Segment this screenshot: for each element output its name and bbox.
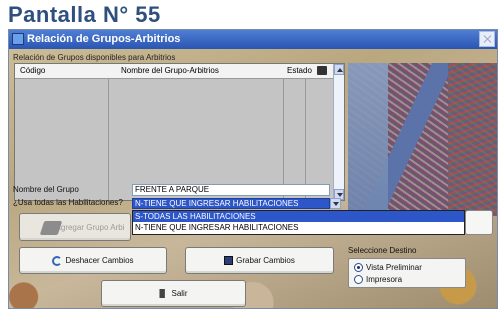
page-heading: Pantalla N° 55 [8, 2, 161, 27]
grid-divider [305, 78, 306, 200]
use-all-select[interactable]: N-TIENE QUE INGRESAR HABILITACIONES [132, 198, 330, 209]
grid-scrollbar[interactable] [333, 64, 344, 200]
grid-divider [108, 78, 109, 200]
destination-group: Seleccione Destino Vista Preliminar Impr… [348, 246, 466, 291]
add-group-button[interactable]: Agregar Grupo Arbi [19, 213, 131, 241]
exit-icon [159, 289, 165, 298]
destination-box: Vista Preliminar Impresora [348, 258, 466, 288]
exit-label: Salir [171, 289, 188, 298]
close-icon[interactable] [479, 31, 495, 47]
title-bar: Relación de Grupos-Arbitrios [9, 30, 497, 49]
use-all-label: ¿Usa todas las Habilitaciones? [13, 198, 123, 207]
group-name-input[interactable]: FRENTE A PARQUE [132, 184, 330, 196]
save-label: Grabar Cambios [236, 256, 295, 265]
printer-icon[interactable] [317, 66, 327, 75]
dropdown-option[interactable]: N-TIENE QUE INGRESAR HABILITACIONES [133, 222, 464, 233]
window-icon [12, 33, 24, 45]
save-button[interactable]: Grabar Cambios [185, 247, 334, 274]
group-name-label: Nombre del Grupo [13, 185, 79, 194]
radio-printer-label[interactable]: Impresora [366, 275, 402, 284]
side-button[interactable] [465, 210, 493, 235]
grid-divider [283, 78, 284, 200]
add-group-label: Agregar Grupo Arbi [55, 222, 125, 232]
chevron-down-icon[interactable] [330, 198, 341, 209]
radio-preview-label[interactable]: Vista Preliminar [366, 263, 422, 272]
window: Relación de Grupos-Arbitrios Relación de… [8, 29, 498, 309]
groups-panel-label: Relación de Grupos disponibles para Arbi… [13, 53, 176, 62]
save-icon [224, 256, 234, 265]
undo-label: Deshacer Cambios [65, 256, 134, 265]
scroll-up-icon[interactable] [334, 64, 344, 75]
radio-preview[interactable] [354, 263, 363, 272]
window-title: Relación de Grupos-Arbitrios [27, 33, 181, 45]
column-code[interactable]: Código [20, 66, 45, 75]
radio-printer[interactable] [354, 275, 363, 284]
undo-button[interactable]: Deshacer Cambios [19, 247, 167, 274]
undo-icon [52, 255, 63, 266]
exit-button[interactable]: Salir [101, 280, 246, 307]
book-icon [39, 221, 63, 235]
dropdown-option[interactable]: S-TODAS LAS HABILITACIONES [133, 211, 464, 222]
grid-header: Código Nombre del Grupo-Arbitrios Estado [15, 64, 335, 79]
use-all-dropdown[interactable]: S-TODAS LAS HABILITACIONES N-TIENE QUE I… [132, 210, 465, 235]
city-map-image [348, 63, 497, 216]
groups-grid[interactable]: Código Nombre del Grupo-Arbitrios Estado [14, 63, 345, 201]
column-name[interactable]: Nombre del Grupo-Arbitrios [121, 66, 219, 75]
destination-label: Seleccione Destino [348, 246, 417, 255]
column-status[interactable]: Estado [287, 66, 312, 75]
